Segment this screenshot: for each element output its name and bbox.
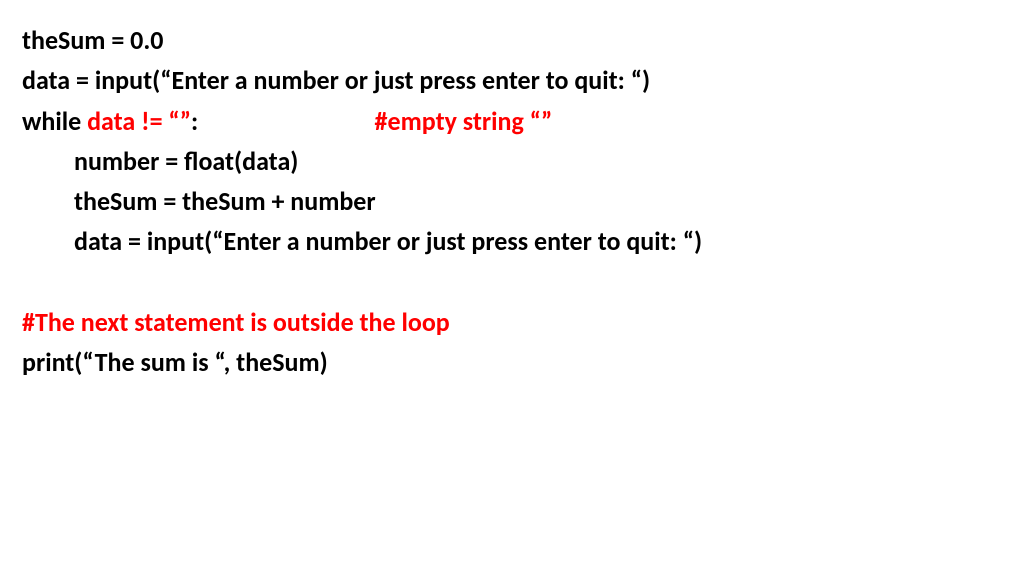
while-condition: data != “” xyxy=(87,105,191,137)
while-colon-spacer: : xyxy=(191,105,375,137)
code-line-5: theSum = theSum + number xyxy=(22,181,1002,221)
while-keyword: while xyxy=(22,105,87,137)
code-line-7-comment: #The next statement is outside the loop xyxy=(22,302,1002,342)
code-line-1: theSum = 0.0 xyxy=(22,20,1002,60)
comment-empty-string: #empty string “” xyxy=(375,105,553,137)
blank-line xyxy=(22,262,1002,302)
code-line-3: while data != “”: #empty string “” xyxy=(22,101,1002,141)
code-line-4: number = float(data) xyxy=(22,141,1002,181)
code-line-8: print(“The sum is “, theSum) xyxy=(22,342,1002,382)
code-line-2: data = input(“Enter a number or just pre… xyxy=(22,60,1002,100)
code-line-6: data = input(“Enter a number or just pre… xyxy=(22,221,1002,261)
